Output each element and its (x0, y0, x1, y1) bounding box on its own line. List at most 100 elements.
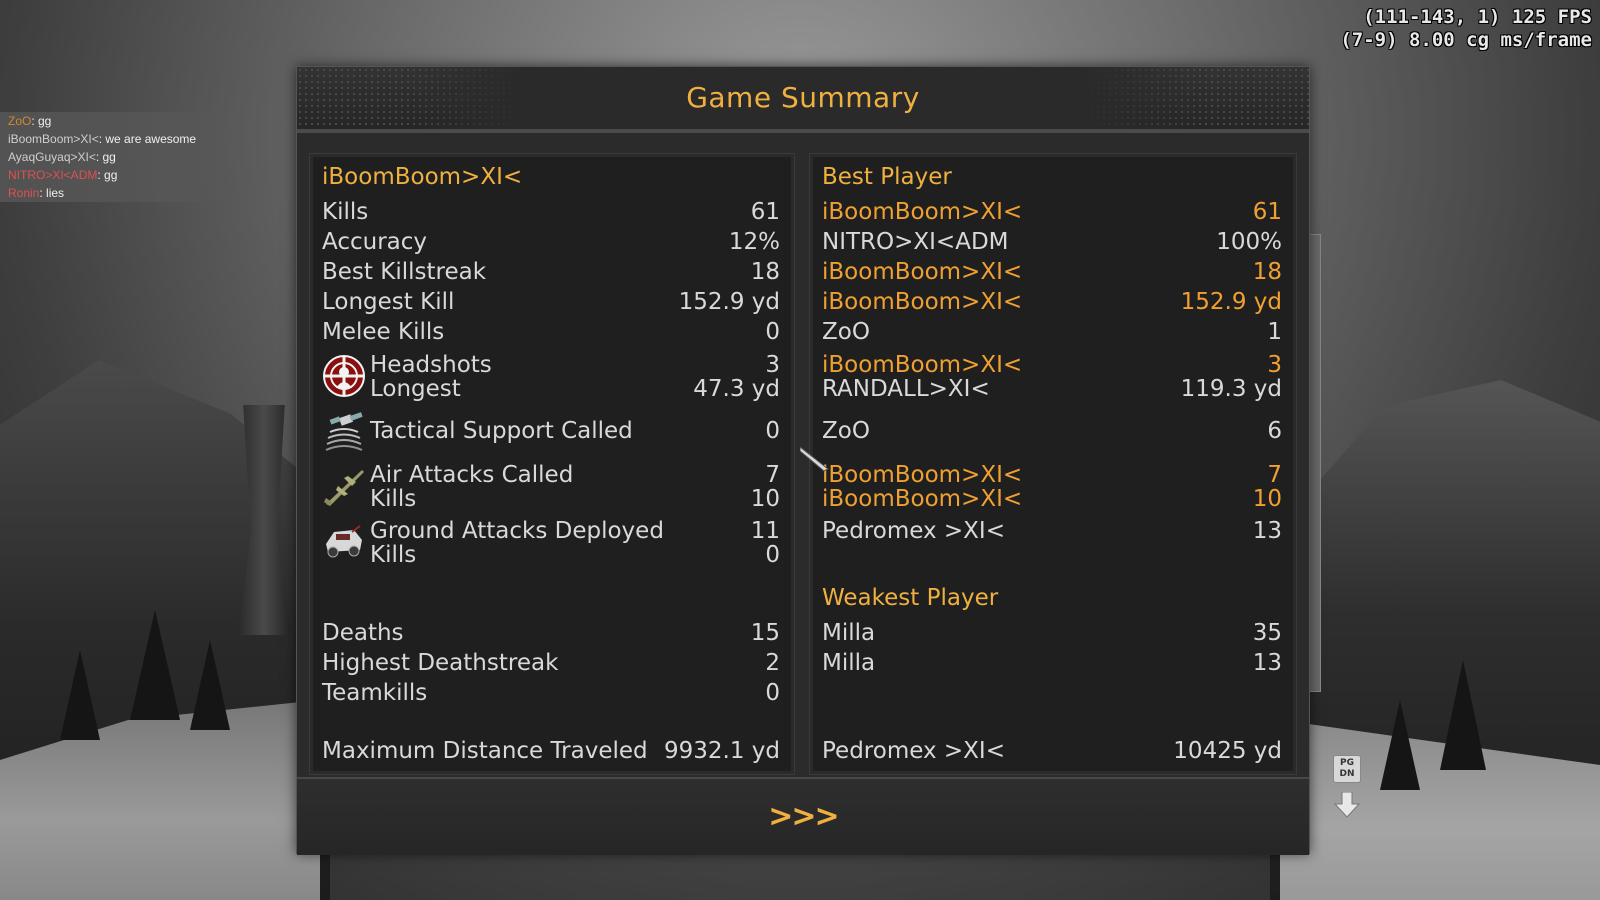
fps-line: (111-143, 1) 125 FPS (1363, 6, 1592, 28)
stat-value: 0 (765, 418, 780, 444)
stat-label: Longest (370, 376, 461, 402)
chat-sender: iBoomBoom>XI< (8, 132, 99, 146)
stat-label: Tactical Support Called (370, 418, 633, 444)
best-row-headshot-longest: RANDALL>XI< 119.3 yd (822, 374, 1282, 404)
chat-sender: AyaqGuyaq>XI< (8, 150, 96, 164)
panel-header: Game Summary (297, 67, 1309, 133)
best-row-accuracy: NITRO>XI<ADM 100% (822, 227, 1282, 257)
page-down-key-icon[interactable]: PG DN (1333, 755, 1361, 783)
panel-title: Game Summary (686, 81, 920, 114)
stat-value: 152.9 yd (678, 289, 780, 315)
player-name-row: iBoomBoom>XI< (322, 162, 780, 192)
best-player-heading-row: Best Player (822, 162, 1282, 192)
stat-row-longest-kill: Longest Kill 152.9 yd (322, 287, 780, 317)
leader-value: 13 (1252, 650, 1282, 676)
chat-sender: Ronin (8, 186, 40, 200)
leader-name: iBoomBoom>XI< (822, 259, 1023, 285)
stat-value: 0 (765, 680, 780, 706)
stat-value: 47.3 yd (693, 376, 780, 402)
stat-label: Highest Deathstreak (322, 650, 559, 676)
leader-name: ZoO (822, 319, 870, 345)
chat-text: : we are awesome (98, 132, 197, 146)
stat-label: Melee Kills (322, 319, 445, 345)
leader-value: 10 (1252, 486, 1282, 512)
stat-label: Kills (370, 486, 417, 512)
weakest-row-deathstreak: Milla 13 (822, 648, 1282, 678)
leader-value: 10425 yd (1173, 738, 1282, 764)
key-label: DN (1339, 769, 1355, 779)
stat-row-distance: Maximum Distance Traveled 9932.1 yd (322, 736, 780, 766)
weakest-player-heading-row: Weakest Player (822, 583, 1282, 613)
best-row-longest-kill: iBoomBoom>XI< 152.9 yd (822, 287, 1282, 317)
stat-value: 2 (765, 650, 780, 676)
weakest-player-heading: Weakest Player (822, 585, 999, 611)
stat-value: 18 (750, 259, 780, 285)
stat-row-deathstreak: Highest Deathstreak 2 (322, 648, 780, 678)
frame-time-line: (7-9) 8.00 cg ms/frame (1340, 29, 1592, 51)
chat-log: ZoO: gg iBoomBoom>XI<: we are awesome Ay… (0, 112, 237, 202)
chat-message: iBoomBoom>XI<: we are awesome (0, 130, 237, 148)
leader-value: 6 (1267, 418, 1282, 444)
chat-text: : gg (31, 114, 52, 128)
stat-row-melee: Melee Kills 0 (322, 317, 780, 347)
stat-row-headshot-longest: Longest 47.3 yd (322, 374, 780, 404)
best-row-kills: iBoomBoom>XI< 61 (822, 197, 1282, 227)
leader-name: ZoO (822, 418, 870, 444)
stat-label: Maximum Distance Traveled (322, 738, 648, 764)
best-row-killstreak: iBoomBoom>XI< 18 (822, 257, 1282, 287)
stat-label: Kills (322, 199, 369, 225)
stat-row-accuracy: Accuracy 12% (322, 227, 780, 257)
player-stats-column: iBoomBoom>XI< Kills 61 Accuracy 12% Best… (309, 153, 795, 775)
chat-text: : gg (95, 150, 116, 164)
leader-value: 152.9 yd (1180, 289, 1282, 315)
leader-name: iBoomBoom>XI< (822, 486, 1023, 512)
stat-row-ground-kills: Kills 0 (322, 540, 780, 570)
key-label: PG (1340, 758, 1354, 768)
player-name: iBoomBoom>XI< (322, 164, 523, 190)
stat-value: 10 (750, 486, 780, 512)
leader-name: Pedromex >XI< (822, 518, 1005, 544)
best-row-melee: ZoO 1 (822, 317, 1282, 347)
stat-label: Kills (370, 542, 417, 568)
best-player-heading: Best Player (822, 164, 952, 190)
best-row-tactical: ZoO 6 (822, 416, 1282, 446)
stat-row-killstreak: Best Killstreak 18 (322, 257, 780, 287)
stat-row-tactical: Tactical Support Called 0 (322, 416, 780, 446)
leader-name: Pedromex >XI< (822, 738, 1005, 764)
arrow-down-icon (1333, 791, 1361, 818)
stat-value: 12% (728, 229, 780, 255)
chat-text: : gg (97, 168, 118, 182)
stat-label: Deaths (322, 620, 404, 646)
fps-counter: (111-143, 1) 125 FPS (7-9) 8.00 cg ms/fr… (1340, 6, 1592, 52)
chat-message: NITRO>XI<ADM: gg (0, 166, 237, 184)
leader-value: 61 (1252, 199, 1282, 225)
leader-value: 35 (1252, 620, 1282, 646)
chat-sender: ZoO (8, 114, 32, 128)
stat-value: 0 (765, 319, 780, 345)
leader-name: iBoomBoom>XI< (822, 199, 1023, 225)
leader-name: Milla (822, 620, 876, 646)
chat-text: : lies (39, 186, 65, 200)
leader-name: NITRO>XI<ADM (822, 229, 1009, 255)
best-row-air-kills: iBoomBoom>XI< 10 (822, 484, 1282, 514)
chat-message: ZoO: gg (0, 112, 237, 130)
stat-value: 61 (750, 199, 780, 225)
next-button[interactable]: >>> (753, 797, 853, 837)
weakest-row-deaths: Milla 35 (822, 618, 1282, 648)
leader-name: iBoomBoom>XI< (822, 289, 1023, 315)
stat-label: Best Killstreak (322, 259, 487, 285)
weakest-row-distance: Pedromex >XI< 10425 yd (822, 736, 1282, 766)
leader-value: 100% (1216, 229, 1282, 255)
leader-value: 13 (1252, 518, 1282, 544)
stat-value: 9932.1 yd (664, 738, 780, 764)
leader-value: 119.3 yd (1180, 376, 1282, 402)
stat-label: Accuracy (322, 229, 428, 255)
leader-value: 1 (1267, 319, 1282, 345)
leaders-column: Best Player iBoomBoom>XI< 61 NITRO>XI<AD… (809, 153, 1297, 775)
stat-row-kills: Kills 61 (322, 197, 780, 227)
stat-value: 0 (765, 542, 780, 568)
stat-row-teamkills: Teamkills 0 (322, 678, 780, 708)
stat-value: 15 (750, 620, 780, 646)
leader-value: 18 (1252, 259, 1282, 285)
panel-footer: >>> (297, 777, 1309, 855)
